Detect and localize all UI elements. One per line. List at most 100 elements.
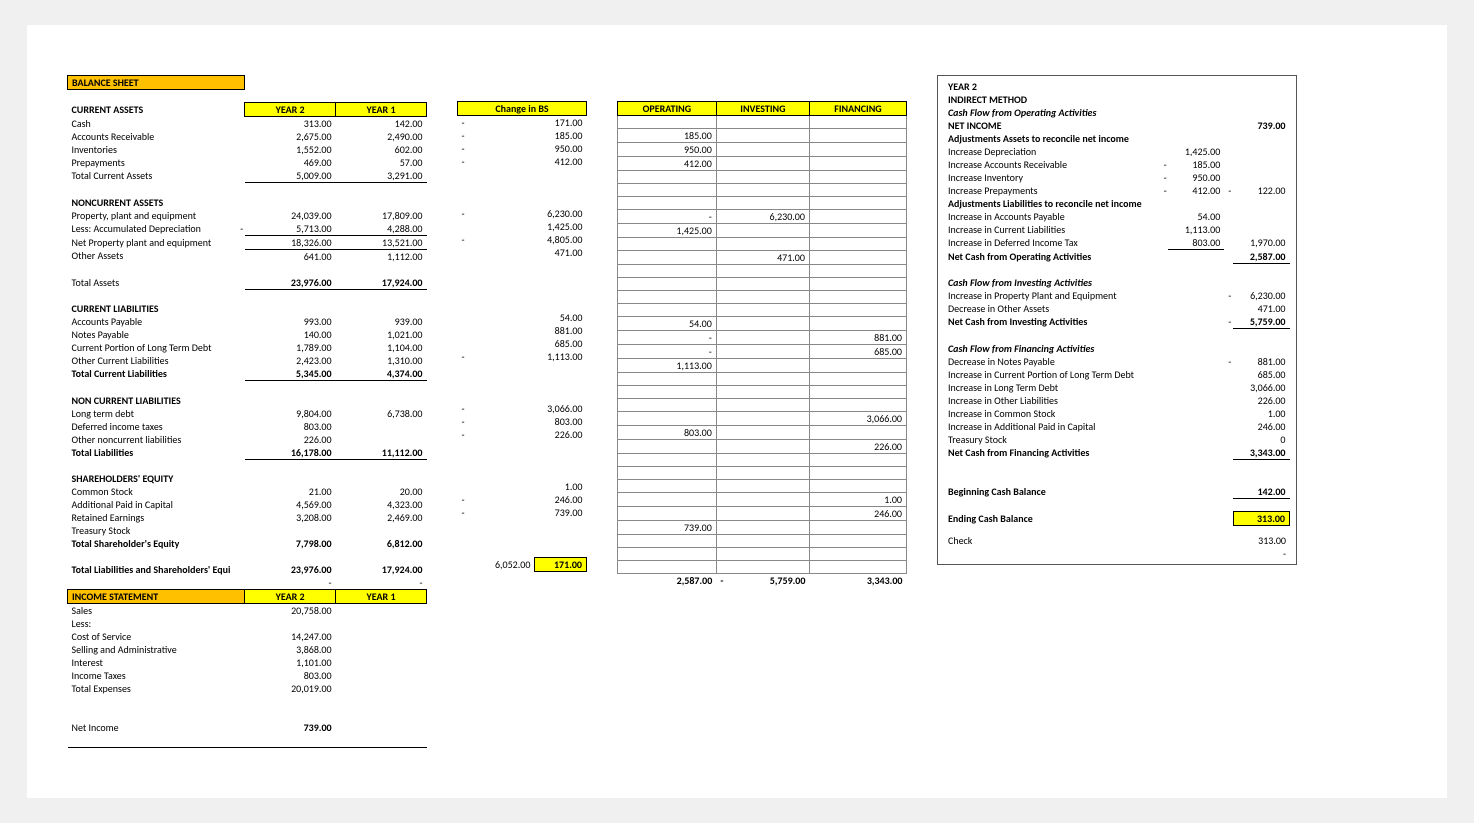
cell-value xyxy=(535,441,587,454)
cell-value xyxy=(618,290,717,303)
cell-value: 950.00 xyxy=(535,142,587,155)
equity-hdr: SHAREHOLDERS' EQUITY xyxy=(68,472,237,485)
cell-value xyxy=(535,181,587,194)
cell-value: 1,021.00 xyxy=(336,328,427,341)
table-row: Deferred income taxes xyxy=(68,420,237,433)
begin-cash-label: Beginning Cash Balance xyxy=(944,485,1160,499)
cell-value xyxy=(716,264,809,277)
cell-value: 0 xyxy=(1233,433,1290,446)
table-row: Net Cash from Operating Activities xyxy=(944,250,1160,264)
indirect-year: YEAR 2 xyxy=(944,80,1290,93)
cell-value: 469.00 xyxy=(245,156,336,169)
cell-value xyxy=(809,250,906,264)
cell-value xyxy=(809,425,906,439)
cell-value: 803.00 xyxy=(245,669,336,682)
cell-value xyxy=(809,560,906,573)
table-row: Net Cash from Investing Activities xyxy=(944,315,1160,329)
table-row: Adjustments Assets to reconcile net inco… xyxy=(944,132,1160,145)
cell-value xyxy=(336,524,427,537)
cell-value: 993.00 xyxy=(245,315,336,328)
cell-value xyxy=(535,285,587,298)
cell-value xyxy=(716,277,809,290)
cell-value: 185.00 xyxy=(1168,158,1224,171)
cell-value: 803.00 xyxy=(618,425,717,439)
table-row: Decrease in Notes Payable xyxy=(944,355,1160,368)
cell-value: 226.00 xyxy=(1233,394,1290,407)
cell-value xyxy=(716,115,809,128)
cell-value xyxy=(1168,132,1224,145)
table-row: Inventories xyxy=(68,143,237,156)
cell-value: 5,759.00 xyxy=(1233,315,1290,329)
table-row: Cost of Service xyxy=(68,630,237,643)
cell-value: 122.00 xyxy=(1233,184,1290,197)
total-assets-y1: 17,924.00 xyxy=(336,276,427,290)
cell-value: 1,789.00 xyxy=(245,341,336,354)
cell-value xyxy=(535,272,587,285)
cell-value xyxy=(716,183,809,196)
financing-hdr: FINANCING xyxy=(809,101,906,115)
operating-hdr: OPERATING xyxy=(618,101,717,115)
cell-value xyxy=(618,385,717,398)
cell-value: 2,587.00 xyxy=(1233,250,1290,264)
cell-value: 226.00 xyxy=(245,433,336,446)
cell-value xyxy=(618,453,717,466)
cell-value xyxy=(809,196,906,209)
cell-value xyxy=(1168,446,1224,460)
cell-value xyxy=(809,534,906,547)
table-row: Increase in Accounts Payable xyxy=(944,210,1160,223)
change-in-bs-table: Change in BS -171.00-185.00-950.00-412.0… xyxy=(457,75,587,572)
cell-value: 3,066.00 xyxy=(1233,381,1290,394)
cell-value xyxy=(716,520,809,534)
cell-value xyxy=(1168,355,1224,368)
cell-value: 881.00 xyxy=(1233,355,1290,368)
cell-value: 471.00 xyxy=(535,246,587,259)
cell-value xyxy=(716,492,809,506)
cell-value xyxy=(245,524,336,537)
year1-hdr: YEAR 1 xyxy=(336,103,427,117)
change-in-bs-hdr: Change in BS xyxy=(458,101,587,115)
cell-value xyxy=(535,363,587,376)
cell-value: 1,113.00 xyxy=(618,358,717,372)
noncurrent-liab-hdr: NON CURRENT LIABILITIES xyxy=(68,394,237,407)
cell-value xyxy=(1233,197,1290,210)
cell-value xyxy=(1233,210,1290,223)
cell-value xyxy=(1233,158,1290,171)
income-statement-title: INCOME STATEMENT xyxy=(68,590,245,604)
cell-value: 2,469.00 xyxy=(336,511,427,524)
cell-value xyxy=(1233,223,1290,236)
indirect-method-column: YEAR 2 INDIRECT METHOD Cash Flow from Op… xyxy=(937,75,1297,565)
cell-value xyxy=(716,170,809,183)
cell-value: 57.00 xyxy=(336,156,427,169)
table-row: Increase in Current Liabilities xyxy=(944,223,1160,236)
cell-value xyxy=(809,115,906,128)
cell-value xyxy=(809,264,906,277)
cell-value xyxy=(809,237,906,250)
table-row: Decrease in Other Assets xyxy=(944,302,1160,315)
cell-value xyxy=(535,454,587,467)
cell-value xyxy=(535,376,587,389)
cell-value: 4,569.00 xyxy=(245,498,336,511)
cell-value: - xyxy=(618,330,717,344)
cell-value: 412.00 xyxy=(535,155,587,168)
cell-value xyxy=(336,420,427,433)
cell-value xyxy=(1168,381,1224,394)
balance-sheet-title: BALANCE SHEET xyxy=(68,76,245,90)
cell-value xyxy=(618,115,717,128)
table-row: Increase Accounts Receivable xyxy=(944,158,1160,171)
table-row: Increase Depreciation xyxy=(944,145,1160,158)
table-row: Other Assets xyxy=(68,249,237,263)
cell-value xyxy=(618,411,717,425)
end-cash-val: 313.00 xyxy=(1233,512,1290,526)
cell-value: 1,310.00 xyxy=(336,354,427,367)
cell-value: 4,805.00 xyxy=(535,233,587,246)
table-row: Selling and Administrative xyxy=(68,643,237,656)
total-assets-label: Total Assets xyxy=(68,276,237,290)
cell-value xyxy=(809,453,906,466)
cell-value xyxy=(1168,302,1224,315)
total-liab-eq-label: Total Liabilities and Shareholders' Equi xyxy=(68,563,237,576)
cell-value xyxy=(716,303,809,316)
total-cl-y1: 4,374.00 xyxy=(336,367,427,381)
cell-value xyxy=(809,303,906,316)
cell-value: 1,112.00 xyxy=(336,249,427,263)
cell-value xyxy=(618,560,717,573)
